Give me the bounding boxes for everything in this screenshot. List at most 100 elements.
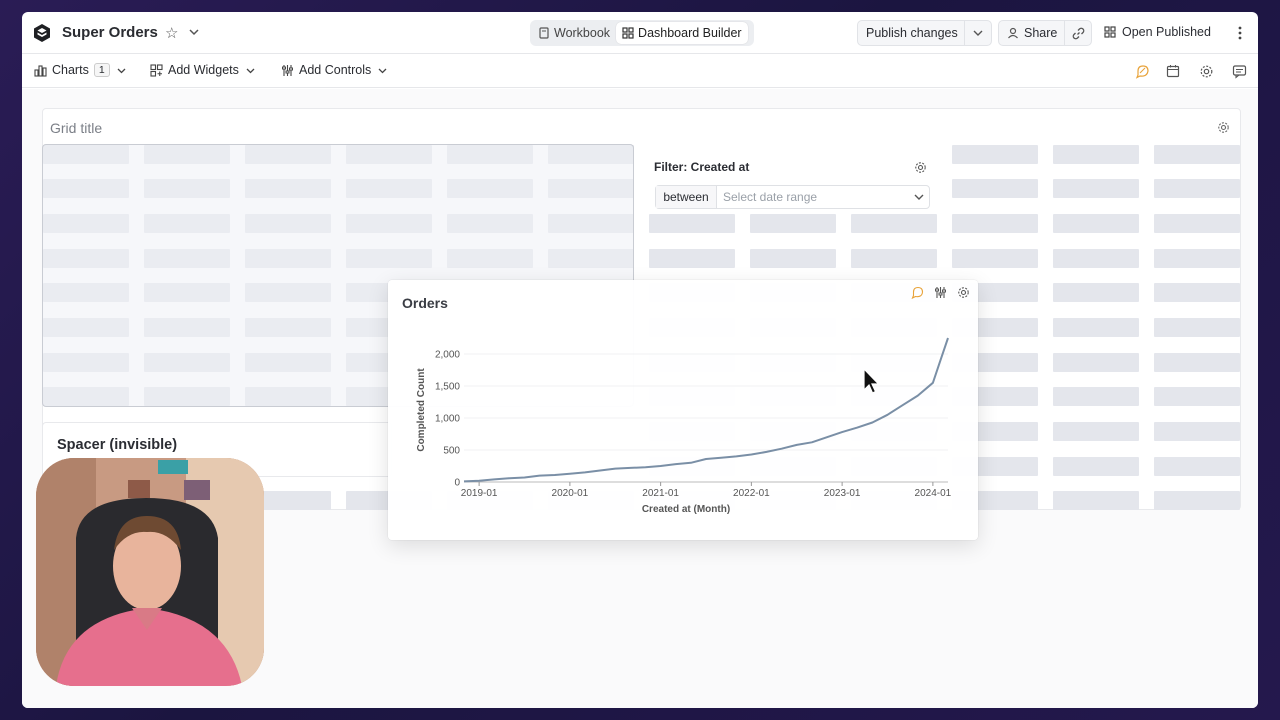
- widgets-icon: [150, 63, 163, 77]
- presenter-video-image: [36, 458, 264, 686]
- placeholder-cell: [1053, 318, 1139, 337]
- placeholder-cell: [952, 249, 1038, 268]
- filter-operator-select[interactable]: between: [656, 186, 717, 208]
- publish-options-button[interactable]: [964, 21, 991, 45]
- add-controls-menu[interactable]: Add Controls: [281, 63, 389, 77]
- grid-title[interactable]: Grid title: [50, 120, 102, 136]
- copy-link-button[interactable]: [1064, 21, 1091, 45]
- y-tick-label: 2,000: [435, 350, 460, 361]
- title-chevron-down-icon[interactable]: [187, 25, 201, 39]
- share-label: Share: [1024, 26, 1058, 40]
- orders-line-chart: 0 500 1,000 1,500 2,000 2019-01 2020-01 2021-01…: [416, 337, 952, 515]
- open-published-button[interactable]: Open Published: [1104, 25, 1211, 39]
- x-tick-label: 2019-01: [461, 488, 498, 499]
- chevron-down-icon: [117, 68, 126, 73]
- placeholder-cell: [649, 249, 735, 268]
- placeholder-cell: [1154, 387, 1240, 406]
- x-axis-title: Created at (Month): [642, 504, 730, 515]
- user-icon: [1008, 27, 1018, 39]
- app-title[interactable]: Super Orders: [62, 24, 158, 41]
- placeholder-cell: [750, 214, 836, 233]
- orders-chart-card[interactable]: Orders 0 500 1,000 1,500 2,000 2019-01 2020-01…: [388, 280, 978, 540]
- placeholder-cell: [1053, 353, 1139, 372]
- comment-orange-icon[interactable]: [1135, 64, 1150, 79]
- workbook-icon: [539, 27, 549, 39]
- placeholder-cell: [1154, 353, 1240, 372]
- bar-chart-icon: [34, 64, 47, 77]
- app-logo-icon[interactable]: [32, 23, 52, 43]
- top-bar: Super Orders ☆ Workbook Dashboard Builde…: [22, 12, 1258, 54]
- placeholder-cell: [1154, 179, 1240, 198]
- charts-label: Charts: [52, 63, 89, 77]
- favorite-star-icon[interactable]: ☆: [165, 24, 178, 42]
- share-button[interactable]: Share: [999, 26, 1064, 40]
- mode-switcher: Workbook Dashboard Builder: [530, 20, 754, 46]
- tab-dashboard-builder[interactable]: Dashboard Builder: [616, 22, 748, 44]
- chat-icon[interactable]: [1232, 64, 1247, 79]
- x-tick-label: 2022-01: [733, 488, 770, 499]
- series-line: [463, 337, 949, 483]
- y-tick-label: 1,000: [435, 414, 460, 425]
- filter-settings-gear-icon[interactable]: [914, 161, 927, 174]
- link-icon: [1072, 27, 1084, 39]
- x-tick-label: 2024-01: [915, 488, 952, 499]
- chevron-down-icon: [378, 68, 387, 73]
- builder-toolbar: Charts 1 Add Widgets Add Controls: [22, 54, 1258, 88]
- placeholder-cell: [952, 179, 1038, 198]
- add-widgets-menu[interactable]: Add Widgets: [150, 63, 257, 77]
- placeholder-cell: [1154, 318, 1240, 337]
- placeholder-cell: [649, 214, 735, 233]
- dashboard-grid-icon: [1104, 26, 1116, 38]
- add-controls-label: Add Controls: [299, 63, 372, 77]
- placeholder-cell: [1053, 457, 1139, 476]
- placeholder-cell: [1154, 283, 1240, 302]
- mouse-cursor-icon: [863, 368, 880, 394]
- placeholder-cell: [952, 145, 1038, 164]
- placeholder-cell: [1053, 179, 1139, 198]
- more-options-icon[interactable]: [1234, 23, 1246, 43]
- grid-settings-gear-icon[interactable]: [1217, 121, 1230, 134]
- placeholder-cell: [1053, 283, 1139, 302]
- settings-gear-icon[interactable]: [1199, 64, 1214, 79]
- placeholder-cell: [1154, 457, 1240, 476]
- placeholder-cell: [1053, 249, 1139, 268]
- y-tick-label: 500: [443, 446, 460, 457]
- placeholder-cell: [1154, 491, 1240, 510]
- charts-count-badge: 1: [93, 63, 110, 77]
- placeholder-cell: [1053, 422, 1139, 441]
- chevron-down-icon[interactable]: [909, 190, 929, 204]
- placeholder-cell: [1053, 387, 1139, 406]
- open-published-label: Open Published: [1122, 25, 1211, 39]
- sliders-icon: [282, 64, 293, 76]
- chevron-down-icon: [246, 68, 255, 73]
- date-range-input[interactable]: Select date range: [717, 190, 909, 204]
- share-group: Share: [998, 20, 1092, 46]
- placeholder-cell: [1154, 249, 1240, 268]
- placeholder-cell: [750, 249, 836, 268]
- webcam-overlay: [36, 458, 264, 686]
- tab-workbook[interactable]: Workbook: [532, 22, 616, 44]
- tab-dashboard-builder-label: Dashboard Builder: [638, 26, 742, 40]
- placeholder-cell: [952, 214, 1038, 233]
- placeholder-cell: [1053, 214, 1139, 233]
- charts-menu[interactable]: Charts 1: [34, 63, 128, 77]
- x-tick-label: 2023-01: [824, 488, 861, 499]
- y-tick-label: 1,500: [435, 382, 460, 393]
- y-axis-title: Completed Count: [416, 368, 427, 452]
- filter-title: Filter: Created at: [654, 160, 750, 174]
- tab-workbook-label: Workbook: [554, 26, 611, 40]
- chevron-down-icon: [973, 30, 983, 36]
- placeholder-cell: [851, 249, 937, 268]
- date-range-filter[interactable]: between Select date range: [655, 185, 930, 209]
- placeholder-cell: [1053, 145, 1139, 164]
- y-tick-label: 0: [454, 478, 460, 489]
- placeholder-cell: [851, 214, 937, 233]
- placeholder-cell: [1154, 422, 1240, 441]
- calendar-refresh-icon[interactable]: [1166, 64, 1181, 79]
- publish-changes-button[interactable]: Publish changes: [858, 26, 964, 40]
- add-widgets-label: Add Widgets: [168, 63, 239, 77]
- publish-group: Publish changes: [857, 20, 992, 46]
- placeholder-cell: [1154, 214, 1240, 233]
- placeholder-cell: [1053, 491, 1139, 510]
- x-tick-label: 2020-01: [552, 488, 589, 499]
